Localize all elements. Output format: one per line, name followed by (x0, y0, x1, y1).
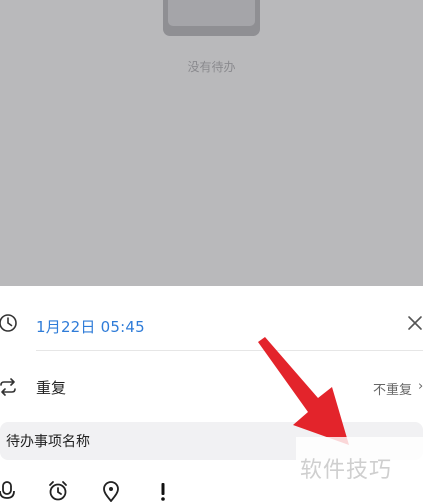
chevron-right-icon[interactable]: › (418, 379, 423, 394)
dimmed-task-list[interactable] (0, 0, 423, 286)
close-icon[interactable] (404, 312, 423, 334)
microphone-icon[interactable] (0, 480, 18, 502)
repeat-icon (0, 378, 16, 396)
repeat-value[interactable]: 不重复 (373, 379, 412, 398)
divider (36, 350, 423, 351)
empty-state-illustration-inner (168, 0, 255, 26)
empty-state-message: 没有待办 (187, 60, 236, 74)
repeat-label[interactable]: 重复 (36, 377, 66, 398)
clock-icon (0, 314, 17, 332)
alarm-clock-icon[interactable] (47, 480, 69, 502)
watermark-text: 软件技巧 (300, 458, 393, 483)
reminder-datetime[interactable]: 1月22日 05:45 (36, 316, 145, 337)
exclamation-icon[interactable] (152, 480, 174, 502)
location-pin-icon[interactable] (100, 480, 122, 502)
